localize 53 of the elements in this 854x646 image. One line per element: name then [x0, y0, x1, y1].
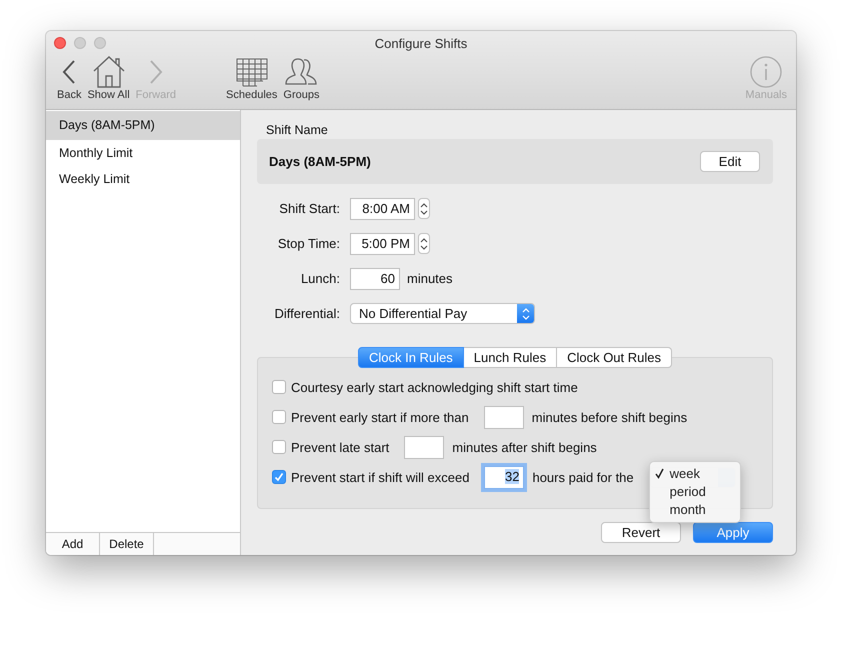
house-icon — [92, 56, 126, 88]
stepper-icon[interactable] — [418, 233, 430, 254]
checkbox-label: Courtesy early start acknowledging shift start time — [291, 380, 578, 394]
field-label: Shift Start: — [278, 201, 340, 216]
input-field[interactable] — [404, 436, 444, 458]
checkbox-label: Prevent early start if more than — [291, 410, 469, 424]
zoom-button[interactable] — [94, 37, 106, 49]
close-button[interactable] — [54, 37, 66, 49]
window-title: Configure Shifts — [374, 36, 468, 50]
suffix-label: minutes after shift begins — [452, 440, 597, 454]
unit-label: minutes — [407, 271, 453, 286]
sidebar-item[interactable]: Monthly Limit — [46, 140, 240, 166]
up-down-arrows-icon — [522, 306, 530, 320]
time-field[interactable]: 8:00 AM — [350, 198, 415, 220]
sidebar-item[interactable]: Days (8AM-5PM) — [46, 111, 240, 140]
section-label: Shift Name — [266, 123, 329, 137]
time-field[interactable]: 5:00 PM — [350, 232, 415, 254]
sidebar-item[interactable]: Weekly Limit — [46, 166, 240, 192]
checkbox[interactable] — [272, 470, 286, 484]
info-icon — [750, 56, 782, 88]
field-label: Differential: — [273, 306, 340, 321]
checkbox-label: Prevent late start — [291, 440, 390, 454]
back-chevron-icon — [61, 59, 78, 85]
toolbar-button[interactable]: Schedules — [223, 55, 280, 101]
menu-item[interactable]: week — [650, 464, 740, 482]
minimize-button[interactable] — [74, 37, 86, 49]
people-icon — [284, 57, 318, 87]
suffix-label: hours paid for the — [532, 470, 634, 484]
popup-button[interactable]: No Differential Pay — [350, 303, 535, 324]
revert-button[interactable]: Revert — [601, 522, 681, 543]
field-label: Stop Time: — [276, 236, 340, 251]
edit-button[interactable]: Edit — [700, 151, 760, 172]
grid-icon — [234, 57, 269, 87]
checkbox-label: Prevent start if shift will exceed — [291, 470, 470, 484]
field-label: Lunch: — [300, 271, 340, 286]
suffix-label: minutes before shift begins — [532, 410, 688, 424]
sidebar-button[interactable]: Delete — [100, 533, 154, 555]
tab[interactable]: Lunch Rules — [464, 347, 558, 368]
shift-name: Days (8AM-5PM) — [269, 154, 371, 169]
sidebar-button[interactable]: Add — [46, 533, 100, 555]
checkbox[interactable] — [272, 410, 286, 424]
menu-item[interactable]: period — [650, 482, 740, 500]
toolbar-button[interactable]: Back — [54, 55, 84, 101]
tab[interactable]: Clock Out Rules — [557, 347, 672, 368]
menu-item[interactable]: month — [650, 500, 740, 518]
checkbox[interactable] — [272, 380, 286, 394]
toolbar-button[interactable]: Groups — [280, 55, 322, 101]
input-field[interactable]: 60 — [350, 268, 400, 290]
checkbox[interactable] — [272, 440, 286, 454]
toolbar-button[interactable]: Show All — [84, 55, 133, 101]
forward-chevron-icon — [148, 59, 164, 85]
input-field[interactable] — [484, 406, 524, 428]
stepper-icon[interactable] — [418, 198, 430, 219]
